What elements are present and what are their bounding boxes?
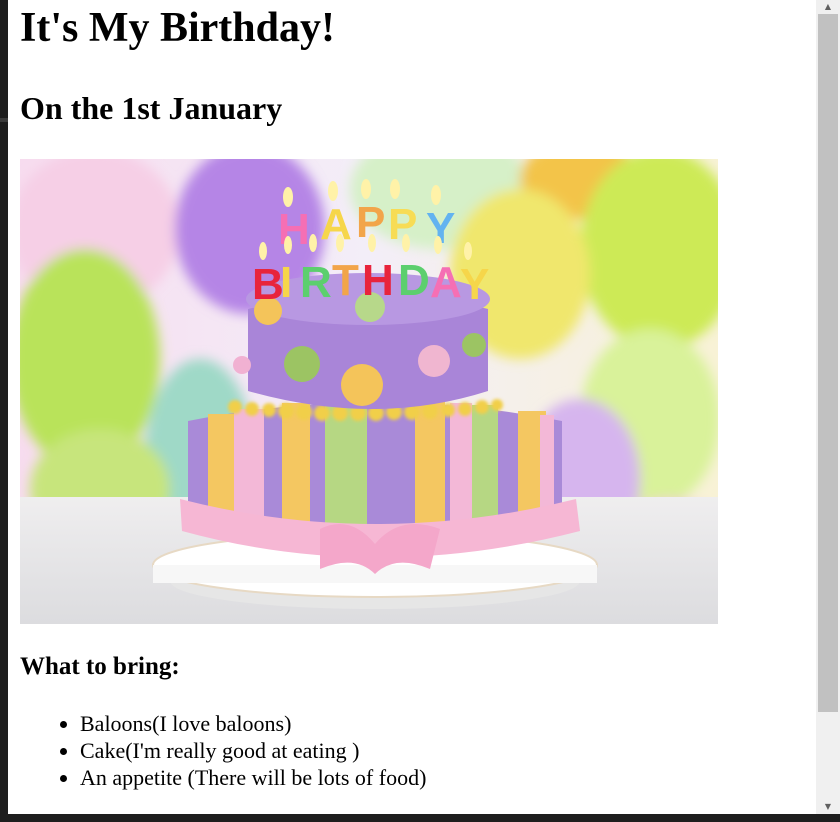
chevron-down-icon[interactable]: ▼ xyxy=(816,800,840,814)
svg-text:T: T xyxy=(332,256,359,305)
svg-text:H: H xyxy=(362,256,394,305)
list-item: Cake(I'm really good at eating ) xyxy=(80,737,426,764)
what-to-bring-heading: What to bring: xyxy=(20,653,180,680)
page-title: It's My Birthday! xyxy=(20,5,335,51)
list-item: An appetite (There will be lots of food) xyxy=(80,764,426,791)
svg-text:D: D xyxy=(398,256,430,305)
page-viewport: It's My Birthday! On the 1st January H A… xyxy=(8,0,816,814)
window-left-edge xyxy=(0,0,8,822)
window-bottom-edge xyxy=(0,814,840,822)
scrollbar-thumb[interactable] xyxy=(818,14,838,712)
svg-text:A: A xyxy=(430,258,462,307)
svg-text:H: H xyxy=(278,205,310,254)
svg-text:R: R xyxy=(300,258,332,307)
svg-text:A: A xyxy=(320,200,352,249)
svg-text:B: B xyxy=(252,260,284,309)
list-item: Baloons(I love baloons) xyxy=(80,710,426,737)
bring-list: Baloons(I love baloons) Cake(I'm really … xyxy=(20,710,426,791)
chevron-up-icon[interactable]: ▲ xyxy=(816,0,840,14)
birthday-cake-photo: H A P P Y B I R T H D A Y xyxy=(20,159,718,624)
svg-text:I: I xyxy=(280,258,292,307)
page-subtitle: On the 1st January xyxy=(20,90,283,126)
window-left-notch xyxy=(0,118,8,122)
svg-text:Y: Y xyxy=(460,260,489,309)
